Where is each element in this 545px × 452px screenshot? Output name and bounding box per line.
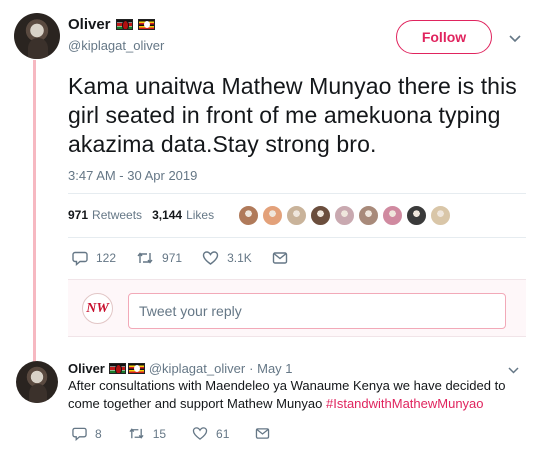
tweet-text: Kama unaitwa Mathew Munyao there is this… [68,73,517,157]
uganda-flag-icon [127,363,145,374]
handle[interactable]: @kiplagat_oliver [68,38,164,53]
direct-message-button[interactable] [272,251,288,265]
retweet-button[interactable]: 15 [128,426,166,441]
chevron-down-icon[interactable] [509,30,521,46]
liker-avatar[interactable] [334,205,355,226]
reply-icon [72,427,87,441]
reply-count: 8 [95,426,102,441]
reply-icon [72,251,88,266]
liker-avatar[interactable] [406,205,427,226]
reply-text: After consultations with Maendeleo ya Wa… [68,377,516,413]
reply-count: 122 [96,251,117,265]
liker-avatar[interactable] [310,205,331,226]
like-button[interactable]: 3.1K [202,250,252,266]
follow-button[interactable]: Follow [396,20,492,54]
divider [68,237,526,238]
reply-handle[interactable]: @kiplagat_oliver [149,361,245,376]
divider [68,193,526,194]
reply-header: Oliver @kiplagat_oliver · May 1 [68,361,293,376]
kenya-flag-icon [108,363,126,374]
reply-input[interactable]: Tweet your reply [128,293,506,329]
retweet-icon [129,428,144,439]
direct-message-button[interactable] [255,427,270,440]
reply-avatar[interactable] [16,361,58,403]
author-name-row: Oliver [68,16,155,33]
reply-button[interactable]: 8 [72,426,102,441]
tweet-stats: 971 Retweets 3,144 Likes [68,208,214,222]
liker-avatar[interactable] [430,205,451,226]
retweet-icon [137,252,153,264]
hashtag-link[interactable]: #IstandwithMathewMunyao [326,396,484,411]
like-button[interactable]: 61 [192,426,229,441]
kenya-flag-icon [115,19,133,30]
liker-avatar[interactable] [286,205,307,226]
heart-icon [202,251,219,265]
reply-date[interactable]: · May 1 [249,361,292,376]
message-icon [272,252,287,264]
liker-avatar[interactable] [238,205,259,226]
uganda-flag-icon [137,19,155,30]
retweet-count: 971 [162,251,183,265]
heart-icon [192,427,208,440]
tweet-actions: 122 971 3.1K [72,250,308,266]
thread-line [33,60,36,362]
retweets-count[interactable]: 971 [68,208,88,222]
retweets-label[interactable]: Retweets [92,208,142,222]
likes-count[interactable]: 3,144 [152,208,182,222]
likes-label[interactable]: Likes [186,208,214,222]
retweet-count: 15 [152,426,167,441]
liker-avatar[interactable] [358,205,379,226]
liker-avatars [238,205,451,226]
message-icon [256,428,270,439]
timestamp[interactable]: 3:47 AM - 30 Apr 2019 [68,168,197,183]
like-count: 3.1K [227,251,252,265]
like-count: 61 [216,426,230,441]
reply-button[interactable]: 122 [72,250,116,266]
retweet-button[interactable]: 971 [136,250,182,266]
liker-avatar[interactable] [262,205,283,226]
liker-avatar[interactable] [382,205,403,226]
display-name[interactable]: Oliver [68,16,111,33]
current-user-avatar[interactable]: NW [82,293,113,324]
reply-actions: 8 15 61 [72,426,296,441]
avatar[interactable] [14,13,60,59]
reply-display-name[interactable]: Oliver [68,361,105,376]
chevron-down-icon[interactable] [508,363,519,377]
